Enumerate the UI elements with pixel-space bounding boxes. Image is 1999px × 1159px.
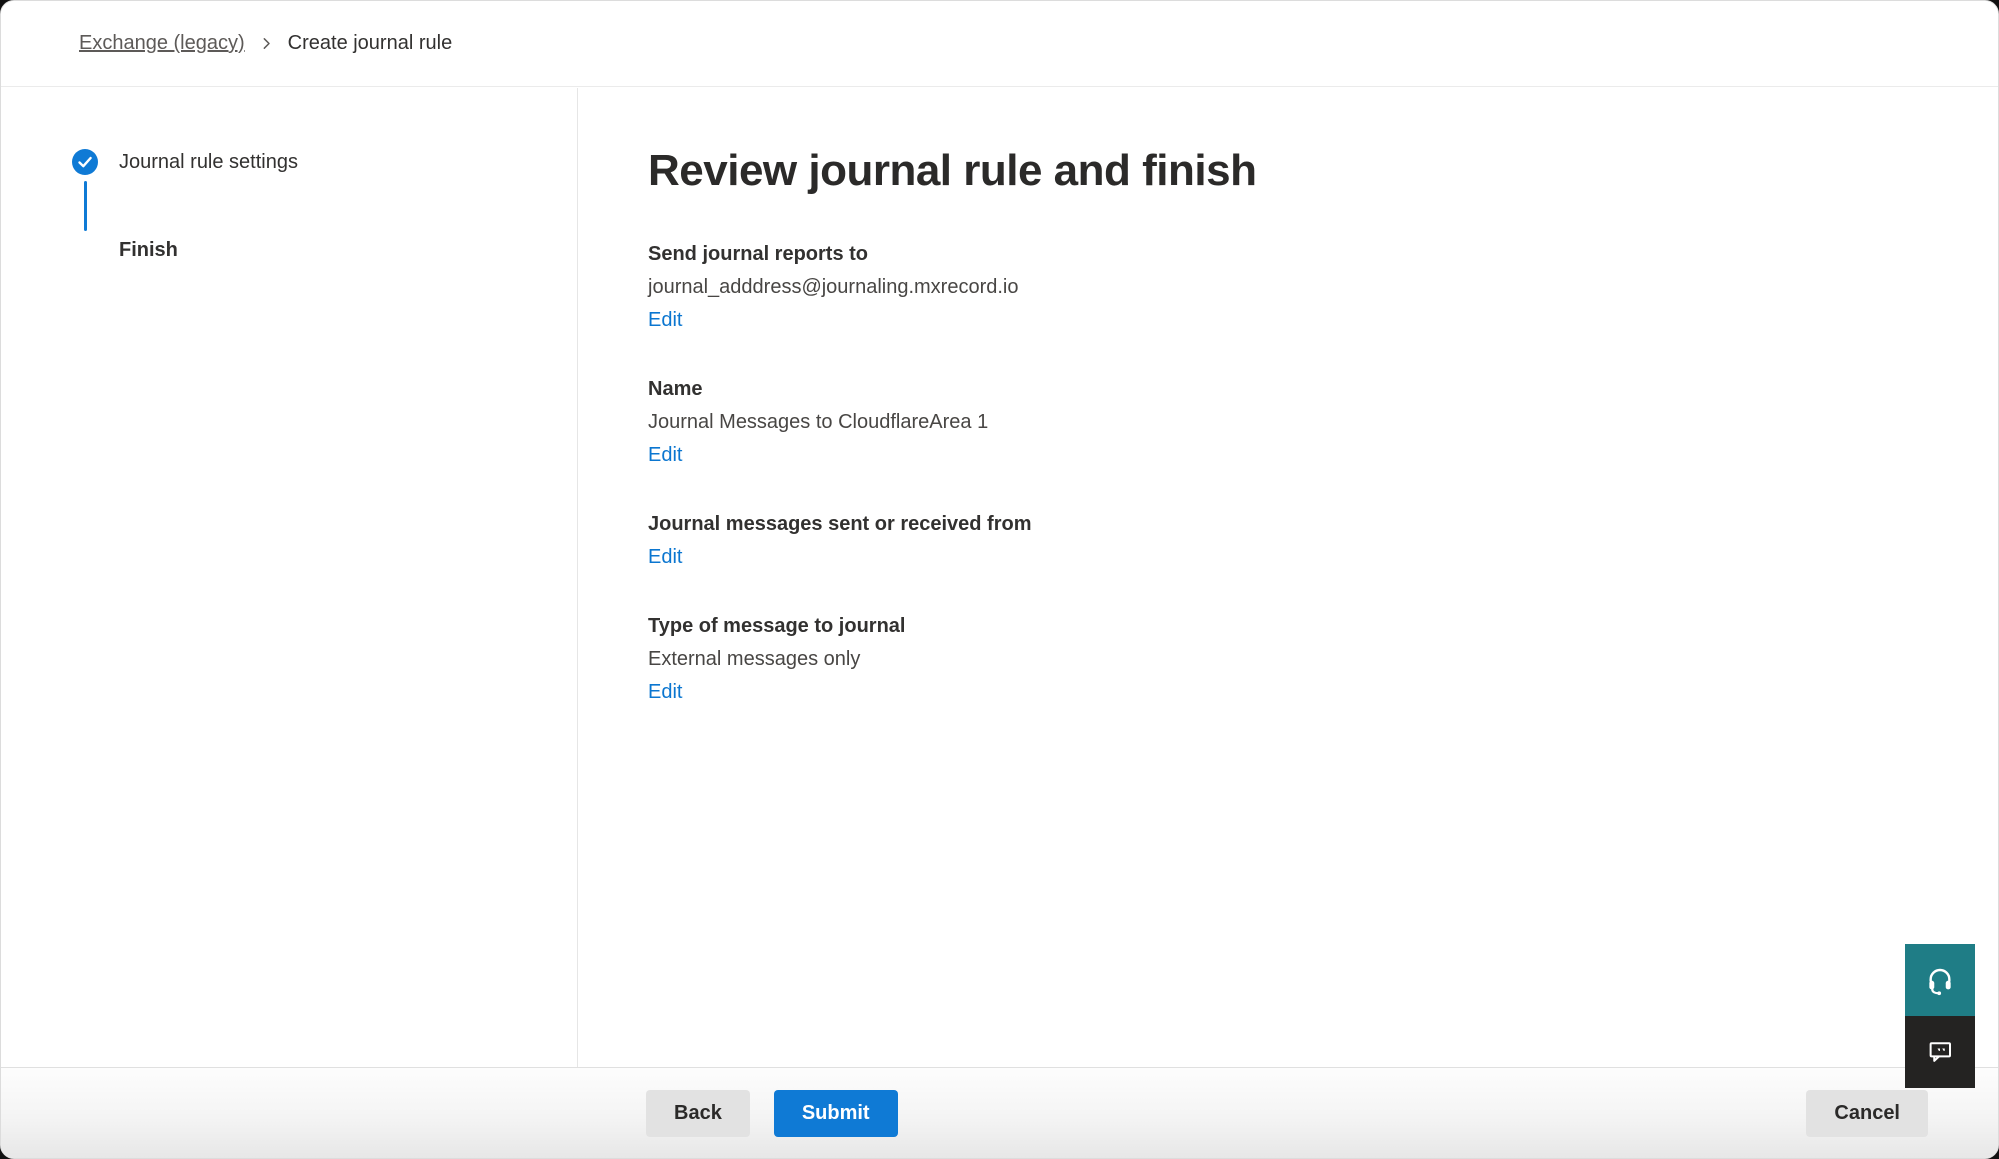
review-section-send-journal-reports-to: Send journal reports to journal_adddress…	[648, 238, 1998, 337]
chevron-right-icon	[259, 36, 274, 51]
breadcrumb-link-exchange-legacy[interactable]: Exchange (legacy)	[79, 32, 245, 55]
edit-link-name[interactable]: Edit	[648, 439, 682, 472]
section-label: Name	[648, 373, 1998, 406]
review-panel: Review journal rule and finish Send jour…	[578, 88, 1998, 1067]
feedback-icon	[1925, 1037, 1955, 1067]
completed-check-icon	[71, 148, 99, 176]
review-section-name: Name Journal Messages to CloudflareArea …	[648, 373, 1998, 472]
section-label: Type of message to journal	[648, 610, 1998, 643]
section-value: External messages only	[648, 643, 1998, 676]
edit-link-type-of-message[interactable]: Edit	[648, 676, 682, 709]
edit-link-journal-messages[interactable]: Edit	[648, 541, 682, 574]
headset-icon	[1924, 964, 1956, 996]
current-step-dot-icon	[71, 236, 99, 264]
breadcrumb-current: Create journal rule	[288, 32, 453, 55]
wizard-step-journal-rule-settings[interactable]: Journal rule settings	[71, 148, 577, 176]
wizard-body: Journal rule settings Finish Review jour…	[1, 88, 1998, 1067]
edit-link-send-journal-reports[interactable]: Edit	[648, 304, 682, 337]
wizard-footer: Back Submit Cancel	[1, 1067, 1998, 1158]
review-section-type-of-message: Type of message to journal External mess…	[648, 610, 1998, 709]
wizard-steps-panel: Journal rule settings Finish	[1, 88, 578, 1067]
section-label: Journal messages sent or received from	[648, 508, 1998, 541]
wizard-step-finish[interactable]: Finish	[71, 236, 577, 264]
wizard-step-label: Finish	[119, 239, 178, 262]
submit-button[interactable]: Submit	[774, 1090, 898, 1137]
page-title: Review journal rule and finish	[648, 145, 1998, 198]
top-bar: Exchange (legacy) Create journal rule	[1, 1, 1998, 87]
feedback-button[interactable]	[1905, 1016, 1975, 1088]
back-button[interactable]: Back	[646, 1090, 750, 1137]
exchange-admin-window: Exchange (legacy) Create journal rule Jo…	[0, 0, 1999, 1159]
review-section-journal-messages-sent-or-received: Journal messages sent or received from E…	[648, 508, 1998, 574]
breadcrumb: Exchange (legacy) Create journal rule	[79, 32, 452, 55]
section-value: Journal Messages to CloudflareArea 1	[648, 406, 1998, 439]
cancel-button[interactable]: Cancel	[1806, 1090, 1928, 1137]
wizard-step-label: Journal rule settings	[119, 151, 298, 174]
step-connector-line	[84, 181, 87, 231]
help-button[interactable]	[1905, 944, 1975, 1016]
section-value: journal_adddress@journaling.mxrecord.io	[648, 271, 1998, 304]
section-label: Send journal reports to	[648, 238, 1998, 271]
